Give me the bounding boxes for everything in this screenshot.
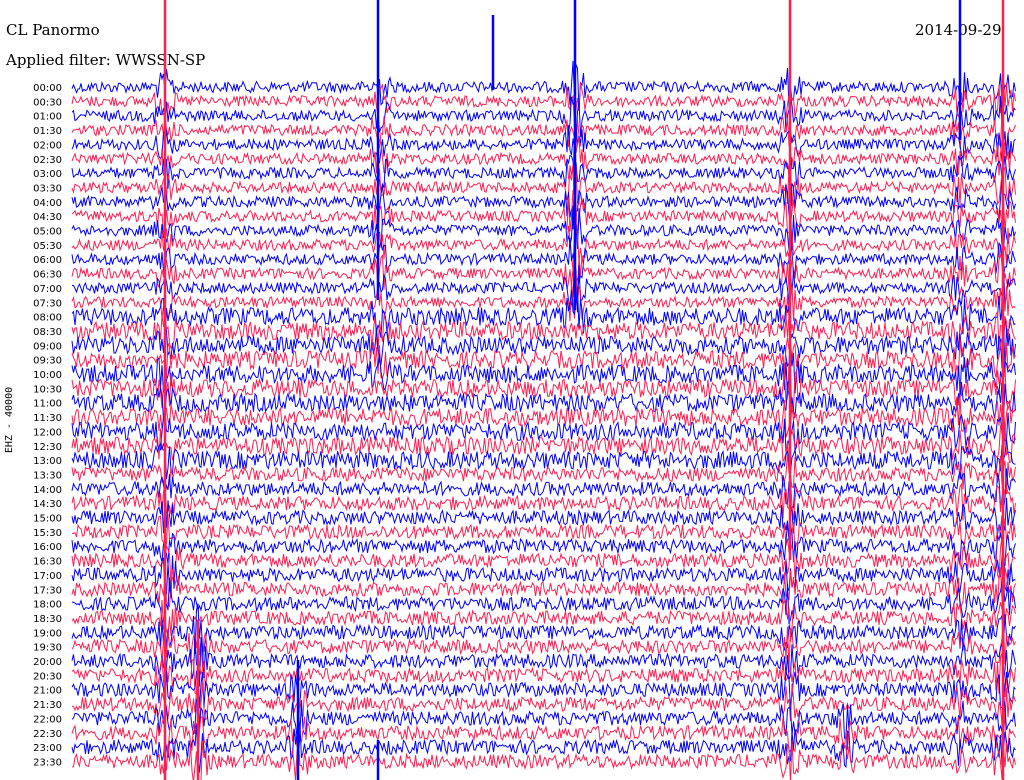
trace-row xyxy=(71,438,1016,480)
row-time-label: 00:30 xyxy=(33,97,62,108)
row-time-label: 02:30 xyxy=(33,155,62,166)
row-time-label: 10:00 xyxy=(33,370,62,381)
row-time-label: 19:30 xyxy=(33,643,62,654)
row-time-label: 15:30 xyxy=(33,528,62,539)
row-time-label: 06:00 xyxy=(33,255,62,266)
row-time-label: 20:00 xyxy=(33,657,62,668)
row-time-label: 21:30 xyxy=(33,700,62,711)
row-time-label: 07:00 xyxy=(33,284,62,295)
row-time-label: 13:00 xyxy=(33,456,62,467)
row-time-label: 08:30 xyxy=(33,327,62,338)
row-time-label: 01:30 xyxy=(33,126,62,137)
row-time-label: 23:00 xyxy=(33,743,62,754)
row-time-label: 14:00 xyxy=(33,485,62,496)
row-time-label: 03:00 xyxy=(33,169,62,180)
trace-row xyxy=(71,287,1016,341)
row-time-label: 19:00 xyxy=(33,628,62,639)
trace-row xyxy=(71,598,1016,642)
row-time-label: 11:30 xyxy=(33,413,62,424)
row-time-label: 07:30 xyxy=(33,298,62,309)
trace-row xyxy=(71,253,1016,298)
row-time-label: 16:00 xyxy=(33,542,62,553)
row-time-label: 22:00 xyxy=(33,714,62,725)
row-time-label: 09:30 xyxy=(33,356,62,367)
row-time-label: 01:00 xyxy=(33,112,62,123)
row-time-label: 12:00 xyxy=(33,427,62,438)
helicorder-plot: 00:00 00:30 01:00 01:30 02:00 02:30 03:00 03:30… xyxy=(33,0,1016,780)
row-time-label: 05:00 xyxy=(33,227,62,238)
row-time-label: 05:30 xyxy=(33,241,62,252)
trace-row xyxy=(71,174,1016,230)
row-time-label: 16:30 xyxy=(33,557,62,568)
row-time-label: 00:00 xyxy=(33,83,62,94)
trace-row xyxy=(71,637,1016,687)
row-time-label: 10:30 xyxy=(33,384,62,395)
row-time-label: 04:00 xyxy=(33,198,62,209)
row-time-label: 20:30 xyxy=(33,671,62,682)
row-time-label: 06:30 xyxy=(33,270,62,281)
row-time-label: 17:00 xyxy=(33,571,62,582)
row-time-label: 04:30 xyxy=(33,212,62,223)
row-time-label: 18:00 xyxy=(33,600,62,611)
trace-row xyxy=(71,60,1016,111)
row-time-label: 18:30 xyxy=(33,614,62,625)
row-time-label: 08:00 xyxy=(33,313,62,324)
row-time-label: 21:00 xyxy=(33,686,62,697)
row-time-label: 23:30 xyxy=(33,757,62,768)
row-time-label: 09:00 xyxy=(33,341,62,352)
row-time-label: 15:00 xyxy=(33,514,62,525)
row-time-label: 17:30 xyxy=(33,585,62,596)
row-time-label: 13:30 xyxy=(33,470,62,481)
trace-row xyxy=(71,716,1016,762)
row-time-label: 03:30 xyxy=(33,183,62,194)
row-label-group: 00:00 00:30 01:00 01:30 02:00 02:30 03:00 03:30… xyxy=(33,83,62,768)
trace-row xyxy=(71,223,1016,270)
row-time-label: 11:00 xyxy=(33,399,62,410)
row-time-label: 02:00 xyxy=(33,140,62,151)
row-time-label: 14:30 xyxy=(33,499,62,510)
row-time-label: 22:30 xyxy=(33,729,62,740)
trace-group xyxy=(71,0,1016,780)
trace-row xyxy=(71,649,1016,698)
row-time-label: 12:30 xyxy=(33,442,62,453)
